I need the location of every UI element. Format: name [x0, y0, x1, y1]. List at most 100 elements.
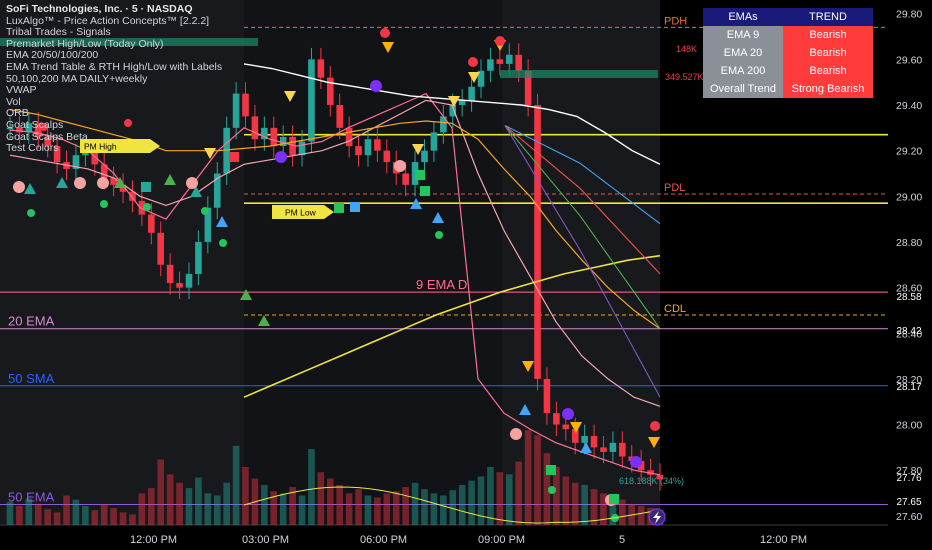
y-tick-label: 29.20	[896, 146, 922, 158]
volume-bar	[185, 488, 193, 525]
indicator-ema-table[interactable]: EMA Trend Table & RTH High/Low with Labe…	[6, 61, 222, 74]
volume-bar	[562, 476, 570, 525]
signal-square-icon	[546, 465, 556, 475]
y-tick-label: 29.80	[896, 9, 922, 21]
volume-bar	[505, 474, 513, 525]
volume-bar	[619, 499, 626, 525]
level-label: 9 EMA D	[416, 277, 467, 292]
zone-bar	[500, 70, 658, 78]
signal-dot-icon	[650, 421, 660, 431]
volume-bar	[336, 484, 344, 525]
pm-low-label: PM Low	[285, 208, 317, 218]
candle-body	[355, 146, 362, 156]
volume-bar	[477, 476, 485, 525]
candle-body	[534, 105, 541, 379]
volume-bar	[63, 495, 70, 525]
signal-dot-icon	[435, 231, 443, 239]
indicator-test-colors[interactable]: Test Colors	[6, 143, 222, 155]
volume-bar	[468, 480, 475, 525]
indicator-vol[interactable]: Vol	[6, 96, 222, 109]
table-row-label: EMA 20	[703, 44, 783, 62]
signal-pink-icon	[394, 160, 406, 172]
candle-body	[496, 59, 504, 64]
signal-purple-icon	[562, 408, 574, 420]
volume-bar	[355, 489, 362, 525]
candle-body	[581, 435, 588, 443]
signal-square-icon	[141, 182, 151, 192]
x-tick-label: 12:00 PM	[130, 534, 178, 546]
indicator-goat[interactable]: Goat Scalps	[6, 119, 222, 132]
signal-pink-icon	[97, 177, 109, 189]
level-label: 20 EMA	[8, 314, 55, 329]
candle-body	[251, 116, 259, 140]
signal-pink-icon	[13, 181, 25, 193]
signal-dot-icon	[143, 203, 151, 211]
y-tick-label: 29.40	[896, 100, 922, 112]
candle-body	[458, 100, 466, 105]
candle-body	[515, 54, 522, 71]
volume-bar	[148, 488, 155, 525]
signal-pink-icon	[74, 177, 86, 189]
volume-bar	[195, 477, 202, 525]
candle-body	[166, 264, 174, 284]
y-tick-label: 28.00	[896, 420, 922, 432]
candle-body	[487, 59, 494, 71]
signal-square-icon	[420, 186, 430, 196]
candle-body	[468, 86, 475, 101]
y-tick-label: 29.60	[896, 54, 922, 66]
indicator-ma-daily[interactable]: 50,100,200 MA DAILY+weekly	[6, 73, 222, 86]
volume-bar	[458, 484, 466, 525]
volume-bar	[383, 493, 391, 525]
signal-square-icon	[350, 202, 360, 212]
volume-bar	[53, 512, 61, 525]
volume-bar	[326, 478, 334, 525]
volume-bar	[421, 489, 428, 525]
volume-bar	[213, 495, 221, 525]
signal-purple-icon	[630, 456, 642, 468]
volume-bar	[524, 430, 532, 525]
volume-bar	[138, 493, 146, 525]
volume-bar	[34, 503, 42, 525]
volume-bar	[496, 472, 504, 525]
volume-bar	[364, 495, 372, 525]
candle-body	[232, 93, 240, 128]
signal-square-icon	[415, 170, 425, 180]
x-tick-label: 5	[619, 534, 626, 546]
signal-dot-icon	[27, 209, 35, 217]
volume-bar	[317, 472, 325, 525]
volume-bottom-label: 618.188K (34%)	[619, 476, 684, 486]
table-row-trend: Bearish	[783, 26, 873, 44]
volume-bar	[308, 449, 315, 525]
candle-body	[383, 150, 391, 163]
volume-bar	[82, 506, 89, 525]
volume-level-label: 148K	[676, 44, 697, 54]
volume-bar	[534, 435, 541, 525]
signal-square-icon	[229, 152, 239, 162]
x-tick-label: 06:00 PM	[360, 534, 408, 546]
candle-body	[374, 139, 381, 151]
indicator-legend: SoFi Technologies, Inc. · 5 · NASDAQ Lux…	[6, 3, 222, 155]
volume-bar	[590, 489, 598, 525]
level-label: 50 SMA	[8, 371, 55, 386]
price-tag-50ema: 27.65	[896, 497, 922, 508]
session-shade-rth	[244, 0, 502, 525]
candle-body	[543, 378, 551, 414]
volume-bar	[411, 482, 419, 525]
volume-bar	[166, 474, 174, 525]
volume-bar	[204, 493, 212, 525]
volume-bar	[581, 484, 588, 525]
indicator-vwap[interactable]: VWAP	[6, 85, 222, 97]
chart-title[interactable]: SoFi Technologies, Inc. · 5 · NASDAQ	[6, 3, 222, 16]
x-tick-label: 03:00 PM	[242, 534, 290, 546]
table-row-label: Overall Trend	[703, 80, 783, 98]
candle-body	[185, 273, 193, 288]
price-tag-last: 27.76	[896, 473, 922, 484]
y-tick-label: 28.80	[896, 237, 922, 249]
candle-body	[590, 435, 598, 448]
level-label: CDL	[664, 303, 686, 315]
signal-square-icon	[609, 494, 619, 504]
candle-body	[157, 232, 165, 265]
candle-body	[345, 127, 353, 147]
candle-body	[308, 59, 315, 142]
volume-bar	[25, 498, 33, 525]
